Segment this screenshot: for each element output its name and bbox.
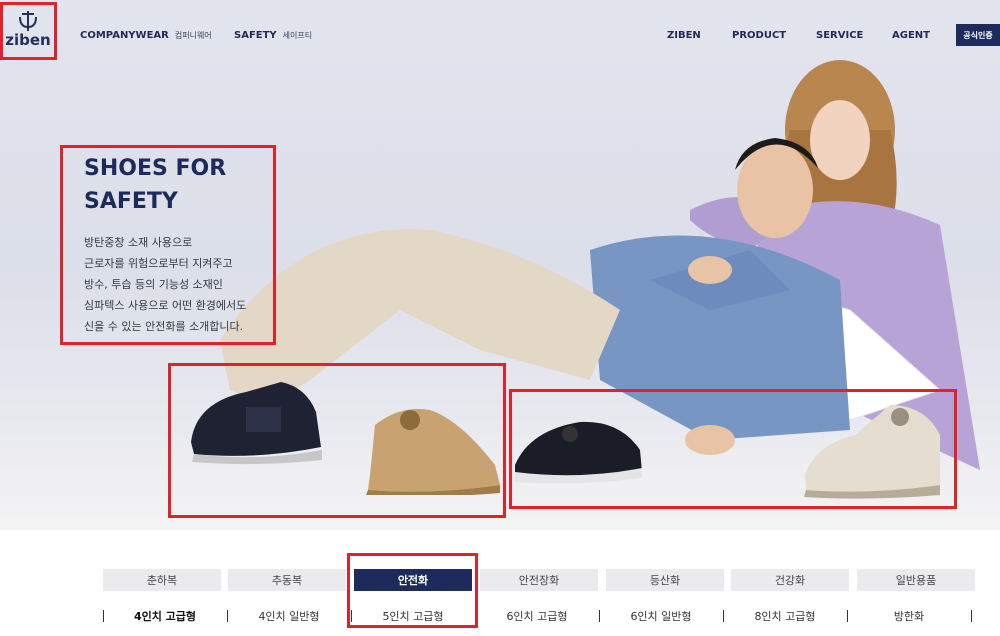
tab-safety-shoes[interactable]: 안전화 (354, 569, 472, 591)
tab-spring-summer[interactable]: 춘하복 (103, 569, 221, 591)
subtab-divider (971, 610, 972, 622)
nav-agent[interactable]: AGENT (892, 30, 930, 41)
nav-companywear-sub: 컴퍼니웨어 (174, 31, 212, 40)
subtab-divider (599, 610, 600, 622)
subtab-6inch-standard[interactable]: 6인치 일반형 (600, 607, 722, 625)
hero-desc-line: 신을 수 있는 안전화를 소개합니다. (84, 320, 244, 333)
shoe-beige-boa (804, 405, 940, 499)
nav-ziben[interactable]: ZIBEN (667, 30, 701, 41)
hero-desc-line: 심파텍스 사용으로 어떤 환경에서도 (84, 299, 247, 312)
subtab-divider (227, 610, 228, 622)
subtab-6inch-premium[interactable]: 6인치 고급형 (476, 607, 598, 625)
hero-title-line1: SHOES FOR (84, 156, 227, 181)
subtab-winter-shoes[interactable]: 방한화 (848, 607, 970, 625)
shoe-tan-boa (366, 409, 500, 495)
subtab-4inch-premium[interactable]: 4인치 고급형 (104, 607, 226, 625)
hero-title-line2: SAFETY (84, 189, 178, 214)
nav-service[interactable]: SERVICE (816, 30, 863, 41)
tab-safety-boots[interactable]: 안전장화 (480, 569, 598, 591)
nav-companywear[interactable]: COMPANYWEAR 컴퍼니웨어 (80, 30, 212, 41)
nav-safety[interactable]: SAFETY 세이프티 (234, 30, 312, 41)
official-cert-button[interactable]: 공식인증 (956, 24, 1000, 46)
shoe-black-boa (514, 421, 642, 484)
shoe-black-4inch (191, 382, 322, 465)
nav-product[interactable]: PRODUCT (732, 30, 786, 41)
hero-description: 방탄중창 소재 사용으로 근로자를 위험으로부터 지켜주고 방수, 투습 등의 … (84, 232, 274, 337)
hero-desc-line: 방수, 투습 등의 기능성 소재인 (84, 278, 223, 291)
hero-desc-line: 방탄중창 소재 사용으로 (84, 236, 193, 249)
logo-wordmark: ziben (5, 30, 51, 49)
logo-emblem-icon (19, 10, 37, 31)
subtab-divider (723, 610, 724, 622)
subtab-8inch-premium[interactable]: 8인치 고급형 (724, 607, 846, 625)
tab-health-shoes[interactable]: 건강화 (731, 569, 849, 591)
subtab-divider (351, 610, 352, 622)
hero-banner: ziben COMPANYWEAR 컴퍼니웨어 SAFETY 세이프티 ZIBEN … (0, 0, 1000, 530)
nav-safety-label: SAFETY (234, 30, 277, 41)
subtab-divider (847, 610, 848, 622)
tab-general-goods[interactable]: 일반용품 (857, 569, 975, 591)
tab-hiking-shoes[interactable]: 등산화 (606, 569, 724, 591)
nav-safety-sub: 세이프티 (282, 31, 313, 40)
brand-logo[interactable]: ziben (0, 0, 56, 58)
sub-tabs: 4인치 고급형 4인치 일반형 5인치 고급형 6인치 고급형 6인치 일반형 … (0, 607, 1000, 625)
tab-fall-winter[interactable]: 추동복 (228, 569, 346, 591)
category-tabs: 춘하복 추동복 안전화 안전장화 등산화 건강화 일반용품 (0, 569, 1000, 591)
subtab-5inch-premium[interactable]: 5인치 고급형 (352, 607, 474, 625)
hero-title: SHOES FOR SAFETY (84, 152, 264, 218)
nav-companywear-label: COMPANYWEAR (80, 30, 169, 41)
subtab-4inch-standard[interactable]: 4인치 일반형 (228, 607, 350, 625)
subtab-divider (475, 610, 476, 622)
hero-desc-line: 근로자를 위험으로부터 지켜주고 (84, 257, 233, 270)
subtab-divider (103, 610, 104, 622)
